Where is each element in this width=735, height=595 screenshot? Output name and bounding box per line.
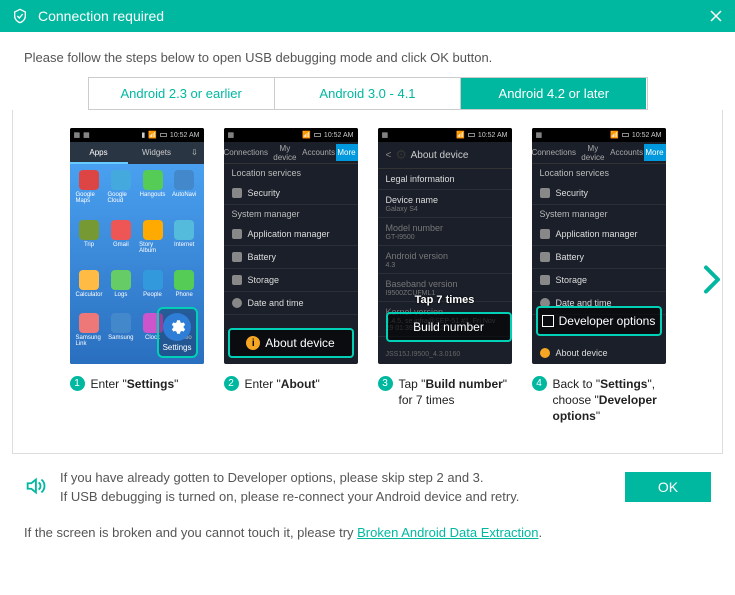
steps-panel: ▦▦▮📶10:52 AM AppsWidgets⇩ Google Maps Go… xyxy=(12,110,723,454)
window-title: Connection required xyxy=(38,8,709,24)
gear-icon: ⚙ xyxy=(395,147,407,163)
step-4: ▦📶10:52 AM Connections My device Account… xyxy=(532,128,666,425)
close-icon[interactable] xyxy=(709,9,723,23)
tab-android-42[interactable]: Android 4.2 or later xyxy=(460,78,646,109)
step-4-caption: 4Back to "Settings", choose "Developer o… xyxy=(532,376,666,425)
developer-options-highlight: Developer options xyxy=(536,306,662,336)
step-3: ▦📶10:52 AM <⚙ About device Legal informa… xyxy=(378,128,512,425)
tap-7-label: Tap 7 times xyxy=(382,294,508,306)
ok-button[interactable]: OK xyxy=(625,472,711,502)
content: Please follow the steps below to open US… xyxy=(0,32,735,550)
step-1: ▦▦▮📶10:52 AM AppsWidgets⇩ Google Maps Go… xyxy=(70,128,204,425)
build-number-highlight: Build number xyxy=(386,312,512,342)
speaker-icon xyxy=(24,475,46,500)
step-3-caption: 3Tap "Build number" for 7 times xyxy=(378,376,512,408)
phone-screenshot-2: ▦📶10:52 AM Connections My device Account… xyxy=(224,128,358,364)
step-2-caption: 2Enter "About" xyxy=(224,376,358,392)
os-tabs: Android 2.3 or earlier Android 3.0 - 4.1… xyxy=(88,77,648,110)
footer-line1: If you have already gotten to Developer … xyxy=(60,468,625,488)
instruction-text: Please follow the steps below to open US… xyxy=(10,46,725,77)
phone-screenshot-1: ▦▦▮📶10:52 AM AppsWidgets⇩ Google Maps Go… xyxy=(70,128,204,364)
settings-highlight: Settings xyxy=(157,307,198,358)
about-device-highlight: iAbout device xyxy=(228,328,354,358)
shield-icon xyxy=(12,8,28,24)
tab-android-30[interactable]: Android 3.0 - 4.1 xyxy=(274,78,460,109)
step-1-caption: 1Enter "Settings" xyxy=(70,376,204,392)
phone-screenshot-3: ▦📶10:52 AM <⚙ About device Legal informa… xyxy=(378,128,512,364)
gear-icon xyxy=(163,313,191,341)
footer-line2: If USB debugging is turned on, please re… xyxy=(60,487,625,507)
tab-android-23[interactable]: Android 2.3 or earlier xyxy=(89,78,274,109)
step-2: ▦📶10:52 AM Connections My device Account… xyxy=(224,128,358,425)
footer: If you have already gotten to Developer … xyxy=(10,454,725,540)
broken-android-link[interactable]: Broken Android Data Extraction xyxy=(357,525,538,540)
titlebar: Connection required xyxy=(0,0,735,32)
phone-screenshot-4: ▦📶10:52 AM Connections My device Account… xyxy=(532,128,666,364)
broken-screen-hint: If the screen is broken and you cannot t… xyxy=(24,525,711,540)
next-arrow-icon[interactable] xyxy=(698,260,726,303)
